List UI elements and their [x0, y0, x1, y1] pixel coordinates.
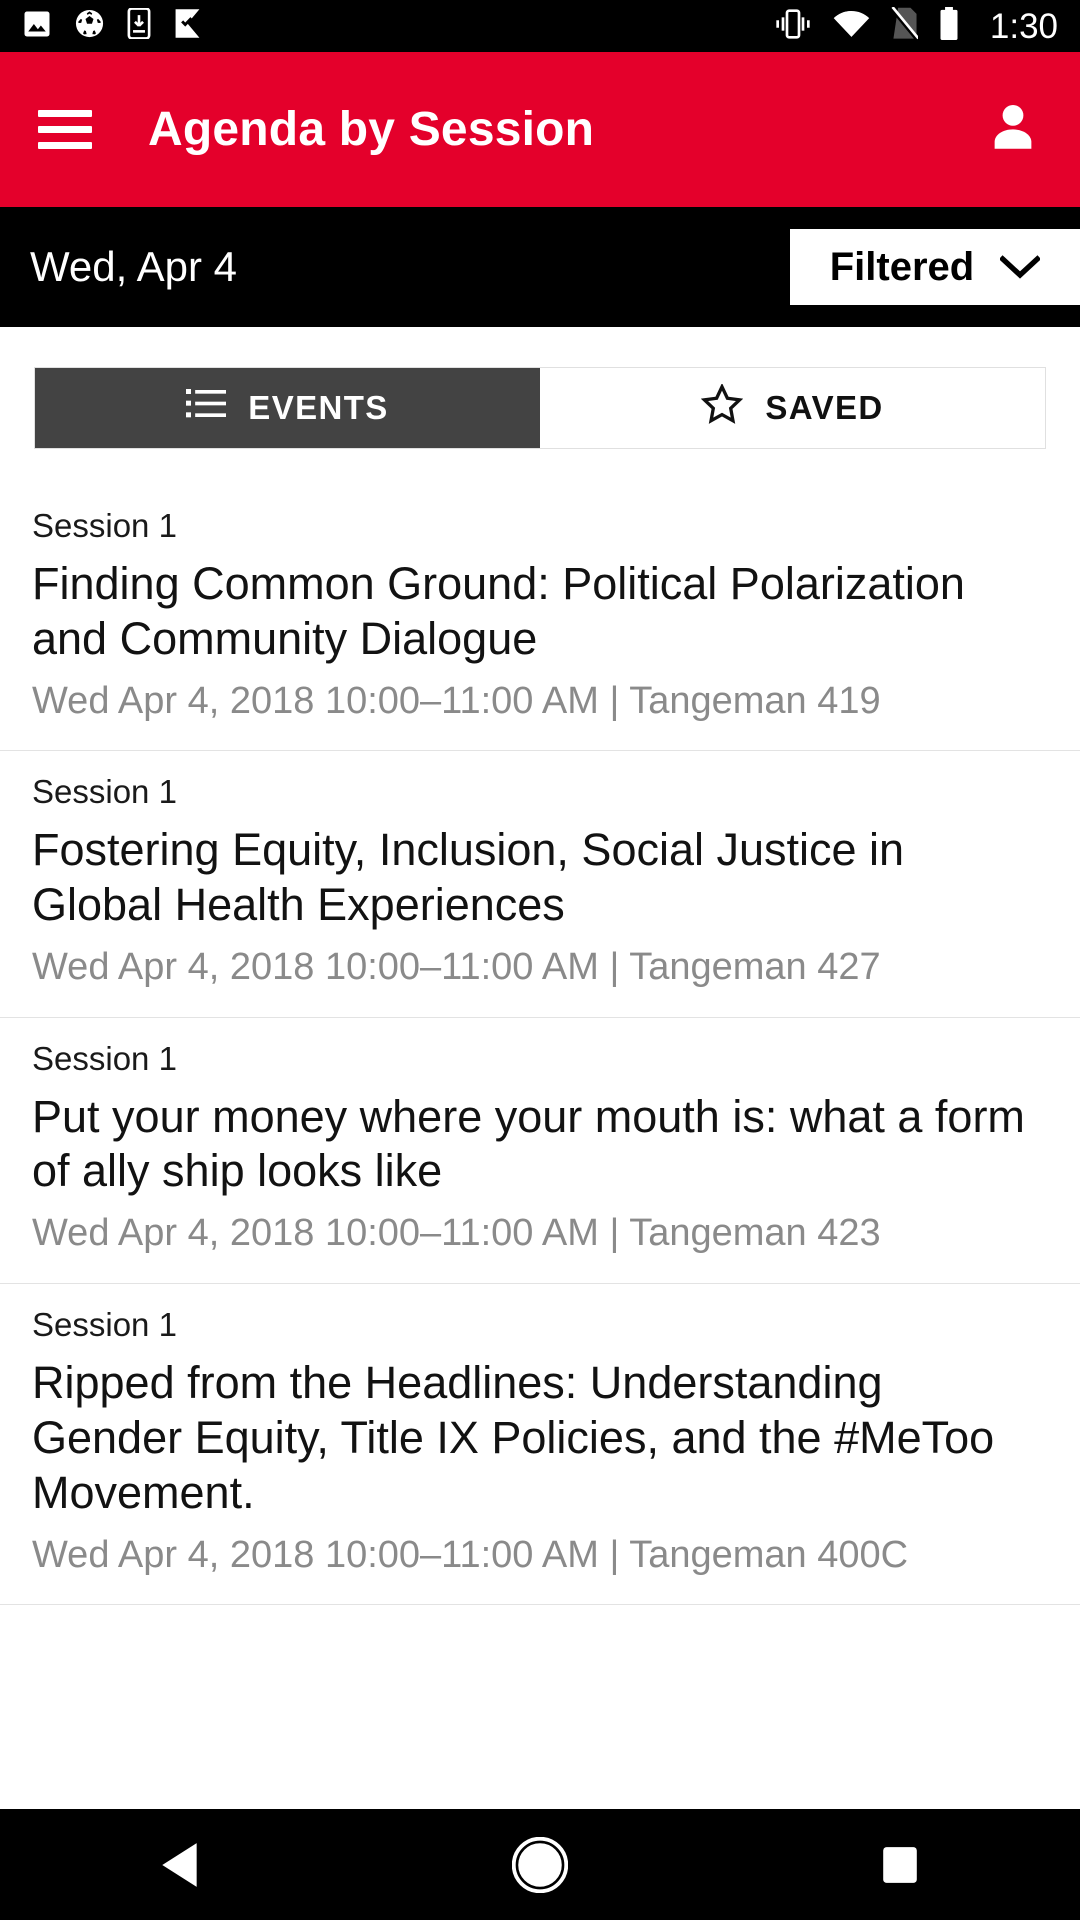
- tab-saved-label: SAVED: [765, 389, 884, 426]
- hamburger-menu-icon[interactable]: [38, 110, 92, 149]
- session-meta: Wed Apr 4, 2018 10:00–11:00 AM | Tangema…: [32, 679, 881, 722]
- status-bar-clock: 1:30: [989, 6, 1058, 46]
- session-number-label: Session 1: [32, 507, 177, 544]
- tab-bar: EVENTS SAVED: [34, 367, 1046, 449]
- soccer-ball-icon: [74, 8, 105, 44]
- tab-events-label: EVENTS: [248, 389, 389, 426]
- page-title: Agenda by Session: [148, 103, 595, 156]
- recents-square-icon[interactable]: [800, 1844, 1000, 1886]
- no-sim-icon: [889, 6, 920, 45]
- session-number-label: Session 1: [32, 1305, 177, 1343]
- session-title: Ripped from the Headlines: Understanding…: [32, 1356, 995, 1518]
- filter-dropdown-label: Filtered: [829, 244, 975, 289]
- person-account-icon[interactable]: [984, 98, 1042, 161]
- session-title: Fostering Equity, Inclusion, Social Just…: [32, 824, 905, 931]
- session-title: Put your money where your mouth is: what…: [32, 1090, 1025, 1197]
- session-meta: Wed Apr 4, 2018 10:00–11:00 AM | Tangema…: [32, 1212, 881, 1255]
- session-list: Session 1 Finding Common Ground: Politic…: [0, 485, 1080, 1606]
- back-triangle-icon[interactable]: [80, 1840, 280, 1890]
- list-item[interactable]: Session 1 Ripped from the Headlines: Und…: [0, 1284, 1080, 1606]
- list-icon: [186, 387, 227, 429]
- status-bar: 1:30: [0, 0, 1080, 52]
- status-bar-right-icons: 1:30: [773, 6, 1058, 46]
- download-to-phone-icon: [127, 7, 151, 44]
- check-flag-icon: [173, 8, 202, 44]
- list-item[interactable]: Session 1 Put your money where your mout…: [0, 1018, 1080, 1284]
- chevron-down-icon: [999, 245, 1042, 290]
- session-meta: Wed Apr 4, 2018 10:00–11:00 AM | Tangema…: [32, 946, 881, 989]
- session-number-label: Session 1: [32, 1039, 177, 1077]
- session-number-label: Session 1: [32, 773, 177, 811]
- app-screen: 1:30 Agenda by Session Wed, Apr 4 Filter…: [0, 0, 1080, 1920]
- star-outline-icon: [701, 382, 744, 432]
- date-bar: Wed, Apr 4 Filtered: [0, 207, 1080, 327]
- home-circle-icon[interactable]: [440, 1836, 640, 1893]
- status-bar-left-icons: [22, 7, 202, 44]
- vibrate-icon: [773, 8, 813, 44]
- wifi-icon: [833, 10, 870, 43]
- filter-dropdown-button[interactable]: Filtered: [790, 229, 1080, 305]
- tab-saved[interactable]: SAVED: [540, 368, 1045, 448]
- tab-events[interactable]: EVENTS: [35, 368, 540, 448]
- current-date-label: Wed, Apr 4: [30, 243, 238, 290]
- app-bar: Agenda by Session: [0, 52, 1080, 207]
- tab-bar-container: EVENTS SAVED: [0, 327, 1080, 449]
- android-navigation-bar: [0, 1809, 1080, 1920]
- session-title: Finding Common Ground: Political Polariz…: [32, 557, 965, 664]
- battery-icon: [938, 6, 960, 46]
- image-icon: [22, 9, 52, 44]
- list-item[interactable]: Session 1 Finding Common Ground: Politic…: [0, 485, 1080, 752]
- list-item[interactable]: Session 1 Fostering Equity, Inclusion, S…: [0, 751, 1080, 1018]
- session-meta: Wed Apr 4, 2018 10:00–11:00 AM | Tangema…: [32, 1533, 909, 1576]
